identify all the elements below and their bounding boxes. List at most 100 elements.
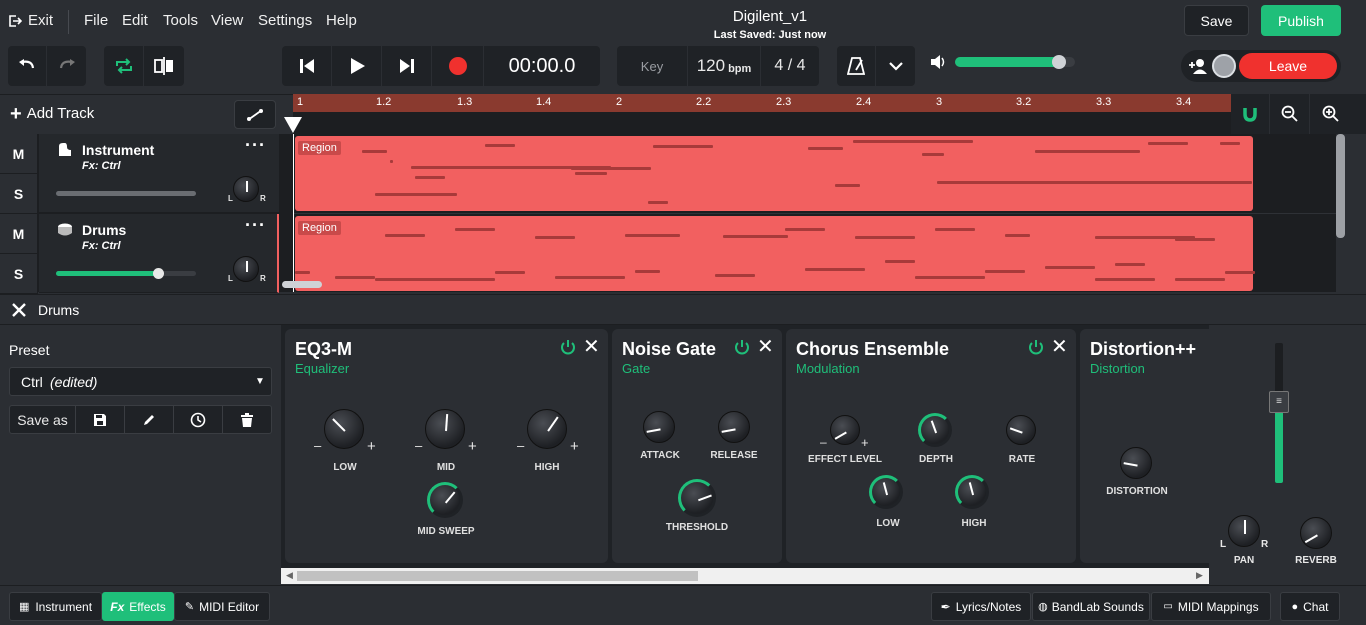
menu-edit[interactable]: Edit — [122, 12, 148, 29]
bandlab-sounds-button[interactable]: ◍ BandLab Sounds — [1032, 592, 1150, 621]
channel-reverb-knob[interactable] — [1300, 517, 1332, 549]
knob-distortion[interactable] — [1120, 447, 1152, 479]
save-preset-button[interactable] — [76, 406, 125, 433]
track-fx-label[interactable]: Fx: Ctrl — [82, 160, 121, 172]
bpm-field[interactable]: 120 bpm — [688, 46, 761, 86]
rack-scroll-thumb[interactable] — [297, 571, 698, 581]
undo-button[interactable] — [8, 46, 47, 86]
track-drums-header[interactable]: Drums Fx: Ctrl ··· L R — [39, 214, 279, 293]
track-instrument-header[interactable]: Instrument Fx: Ctrl ··· L R — [39, 134, 279, 213]
menu-tools[interactable]: Tools — [163, 12, 198, 29]
chat-button[interactable]: ● Chat — [1280, 592, 1340, 621]
track-name[interactable]: Instrument — [82, 142, 154, 158]
snap-button[interactable] — [1231, 94, 1270, 134]
project-title[interactable]: Digilent_v1 — [660, 8, 880, 25]
loop-button[interactable] — [104, 46, 144, 86]
key-selector[interactable]: Key — [617, 46, 688, 86]
sounds-icon: ◍ — [1038, 601, 1048, 613]
menu-help[interactable]: Help — [326, 12, 357, 29]
timeline-ruler[interactable]: 1 1.2 1.3 1.4 2 2.2 2.3 2.4 3 3.2 3.3 3.4 — [293, 94, 1231, 112]
menu-settings[interactable]: Settings — [258, 12, 312, 29]
track-fx-label[interactable]: Fx: Ctrl — [82, 240, 121, 252]
delete-preset-button[interactable] — [223, 406, 271, 433]
master-volume-slider[interactable] — [955, 55, 1075, 69]
redo-button[interactable] — [47, 46, 86, 86]
knob-threshold[interactable] — [678, 479, 716, 517]
add-track-button[interactable]: + Add Track — [10, 104, 94, 124]
close-icon[interactable] — [12, 303, 26, 317]
knob-attack[interactable] — [643, 411, 675, 443]
lyrics-notes-button[interactable]: ✒ Lyrics/Notes — [931, 592, 1031, 621]
scroll-left-arrow-icon[interactable]: ◀ — [286, 570, 293, 581]
tab-instrument[interactable]: ▦ Instrument — [9, 592, 102, 621]
knob-mid[interactable] — [425, 409, 465, 449]
metronome-icon — [847, 57, 865, 75]
pan-knob[interactable] — [233, 176, 259, 202]
remove-effect-icon[interactable]: ✕ — [583, 337, 600, 357]
add-user-icon[interactable] — [1189, 58, 1209, 74]
playhead-marker-icon[interactable] — [283, 116, 303, 134]
split-button[interactable] — [144, 46, 184, 86]
midi-note — [1175, 278, 1225, 281]
remove-effect-icon[interactable]: ✕ — [1051, 337, 1068, 357]
channel-pan-knob[interactable] — [1228, 515, 1260, 547]
power-icon[interactable] — [734, 339, 750, 355]
zoom-in-button[interactable] — [1311, 94, 1350, 134]
track-volume-slider[interactable] — [56, 268, 196, 279]
solo-button[interactable]: S — [0, 174, 37, 214]
midi-mappings-button[interactable]: ▭ MIDI Mappings — [1151, 592, 1271, 621]
loop-lane[interactable] — [293, 112, 1231, 134]
solo-button[interactable]: S — [0, 254, 37, 294]
knob-high[interactable] — [955, 475, 989, 509]
metronome-options-button[interactable] — [876, 46, 915, 86]
knob-low[interactable] — [869, 475, 903, 509]
record-button[interactable] — [432, 46, 484, 86]
mute-button[interactable]: M — [0, 134, 37, 174]
midi-region-instrument[interactable]: Region — [295, 136, 1253, 211]
tab-effects[interactable]: Fx Effects — [102, 592, 174, 621]
zoom-out-button[interactable] — [1271, 94, 1310, 134]
publish-button[interactable]: Publish — [1261, 5, 1341, 36]
track-name[interactable]: Drums — [82, 222, 126, 238]
menu-view[interactable]: View — [211, 12, 243, 29]
vertical-scroll-thumb[interactable] — [1336, 134, 1345, 238]
power-icon[interactable] — [1028, 339, 1044, 355]
skip-back-button[interactable] — [282, 46, 332, 86]
track-menu-icon[interactable]: ··· — [245, 136, 266, 154]
knob-high[interactable] — [527, 409, 567, 449]
exit-button[interactable]: Exit — [8, 12, 53, 29]
preset-select[interactable]: Ctrl (edited) ▼ — [9, 367, 272, 396]
leave-button[interactable]: Leave — [1239, 53, 1337, 79]
preset-history-button[interactable] — [174, 406, 223, 433]
remove-effect-icon[interactable]: ✕ — [757, 337, 774, 357]
save-as-button[interactable]: Save as — [10, 406, 76, 433]
track-menu-icon[interactable]: ··· — [245, 216, 266, 234]
mute-button[interactable]: M — [0, 214, 37, 254]
avatar[interactable] — [1212, 54, 1236, 78]
knob-effect-level[interactable] — [830, 415, 860, 445]
rack-scrollbar[interactable]: ◀ ▶ — [281, 568, 1209, 584]
channel-fader[interactable] — [1275, 343, 1283, 483]
automation-button[interactable] — [234, 100, 276, 129]
metronome-button[interactable] — [837, 46, 876, 86]
rename-preset-button[interactable] — [125, 406, 174, 433]
knob-mid-sweep[interactable] — [427, 482, 463, 518]
save-button[interactable]: Save — [1184, 5, 1249, 36]
track-volume-slider[interactable] — [56, 191, 196, 196]
knob-rate[interactable] — [1006, 415, 1036, 445]
skip-forward-button[interactable] — [382, 46, 432, 86]
pan-knob[interactable] — [233, 256, 259, 282]
midi-region-drums[interactable]: Region — [295, 216, 1255, 291]
power-icon[interactable] — [560, 339, 576, 355]
channel-fader-thumb[interactable]: ≡ — [1269, 390, 1289, 413]
scroll-right-arrow-icon[interactable]: ▶ — [1196, 570, 1203, 581]
knob-release[interactable] — [718, 411, 750, 443]
track-volume-thumb[interactable] — [153, 268, 165, 279]
tab-midi-editor[interactable]: ✎ MIDI Editor — [174, 592, 270, 621]
knob-low[interactable] — [324, 409, 364, 449]
knob-depth[interactable] — [918, 413, 952, 447]
menu-file[interactable]: File — [84, 12, 108, 29]
time-signature[interactable]: 4 / 4 — [761, 46, 819, 86]
play-button[interactable] — [332, 46, 382, 86]
horizontal-scroll-thumb[interactable] — [282, 281, 322, 288]
